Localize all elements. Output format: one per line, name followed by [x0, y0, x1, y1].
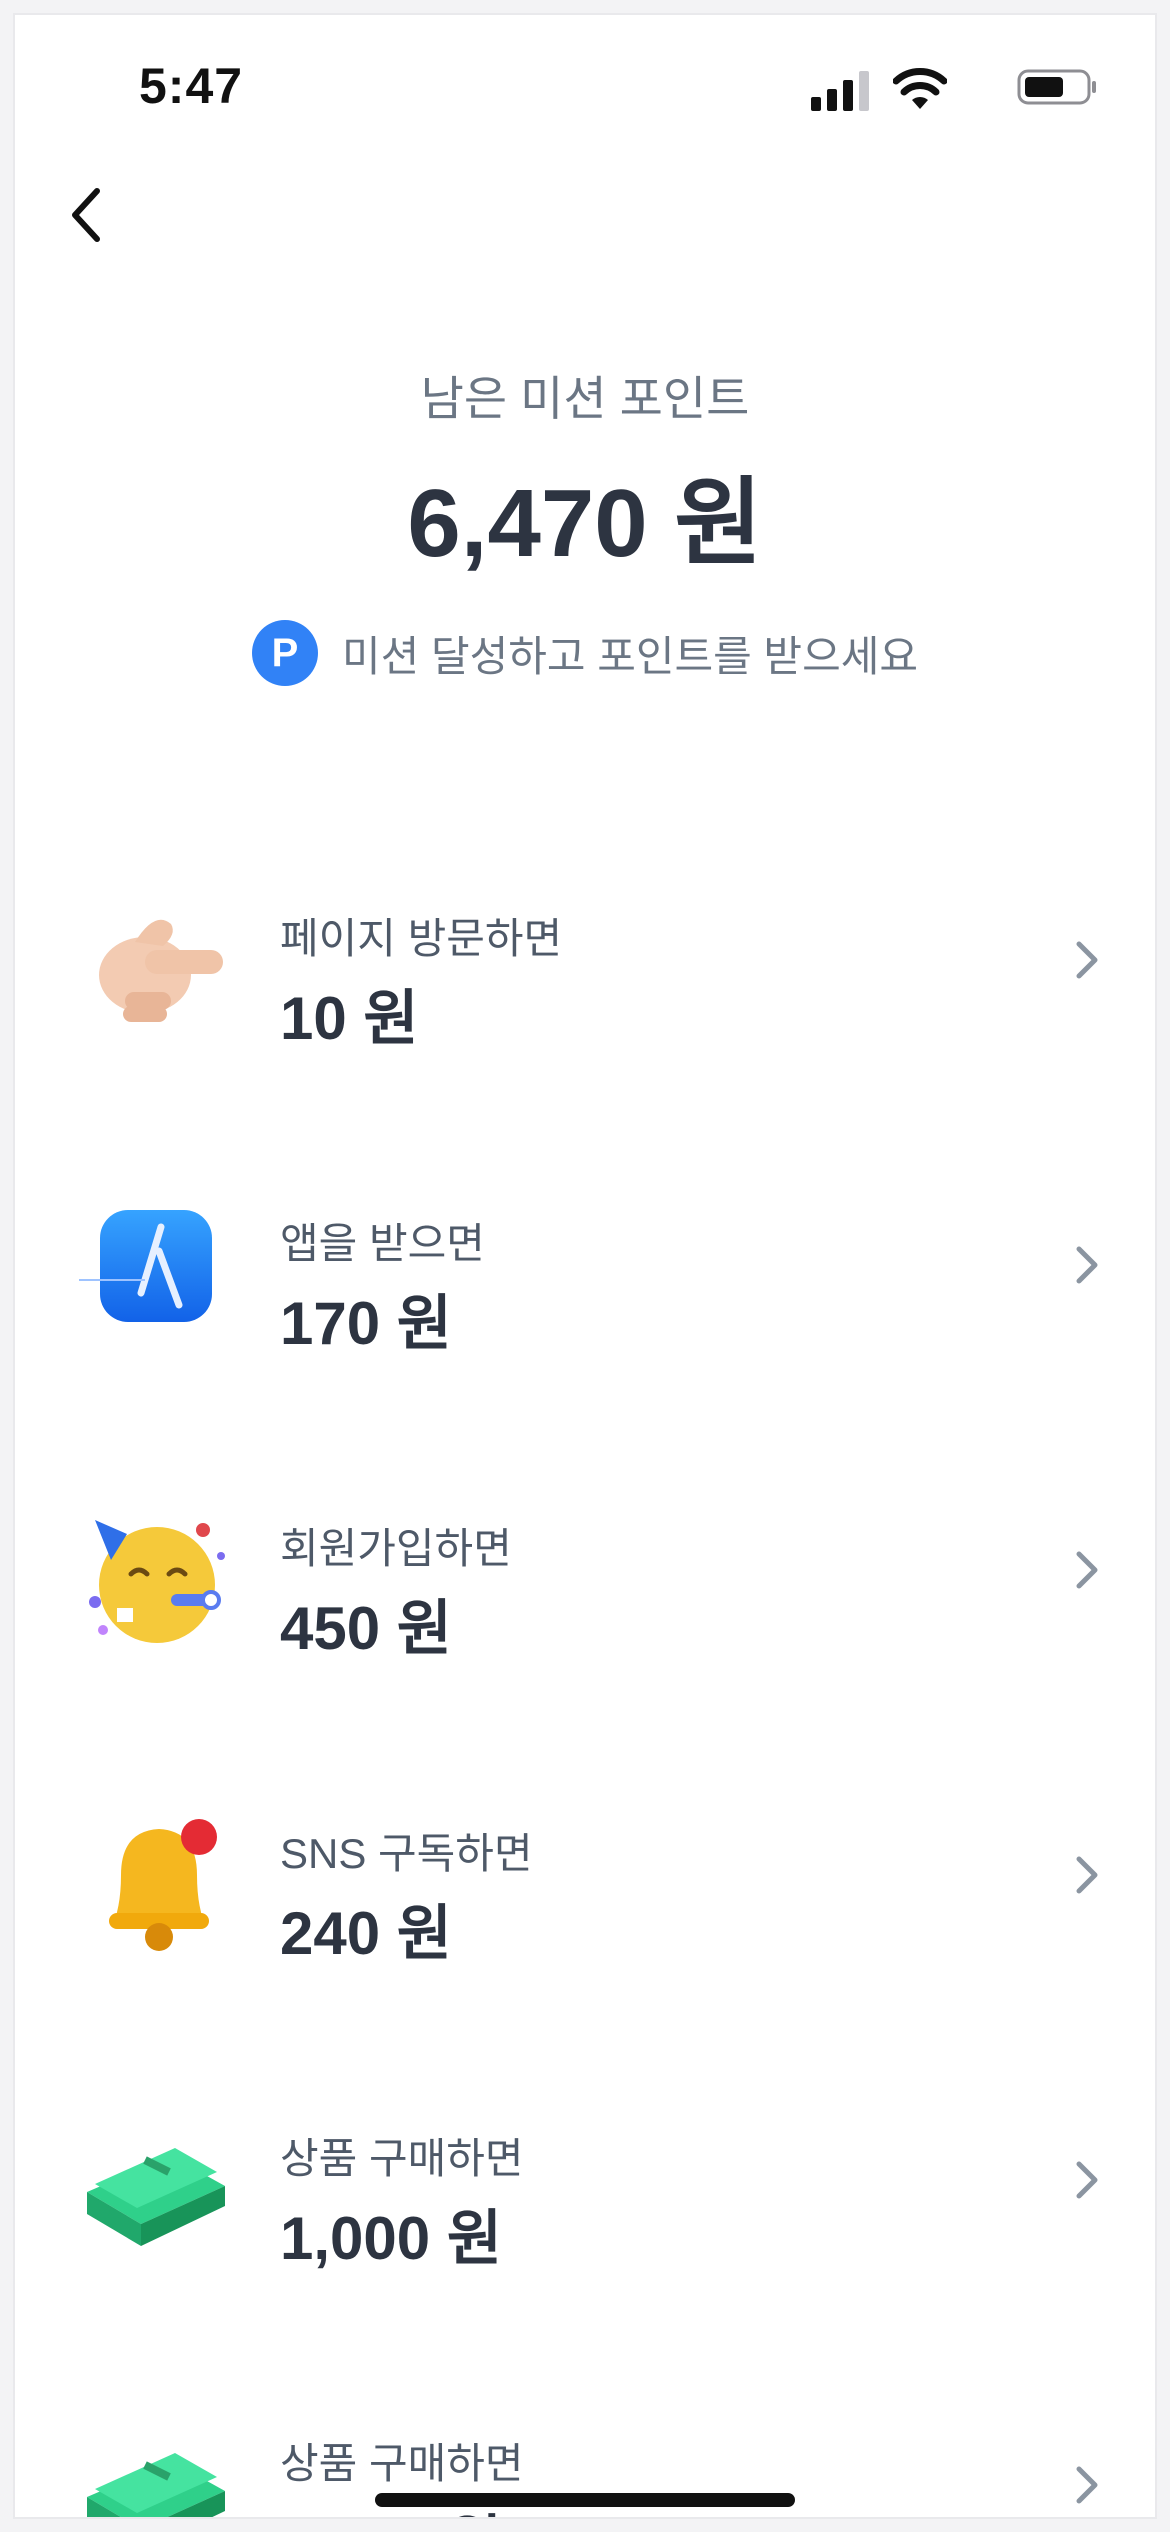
battery-icon: [1017, 69, 1096, 105]
chevron-right-icon: [1076, 2161, 1098, 2199]
mission-title: 상품 구매하면: [280, 2135, 524, 2182]
mission-item-sns-subscribe[interactable]: SNS 구독하면 240 원: [15, 1775, 1155, 1975]
home-indicator[interactable]: [375, 2493, 795, 2507]
chevron-right-icon: [1076, 2466, 1098, 2504]
hint-text: 미션 달성하고 포인트를 받으세요: [342, 632, 918, 680]
chevron-right-icon: [1076, 1246, 1098, 1284]
mission-amount: 170 원: [280, 1290, 452, 1357]
cellular-signal-icon: [811, 71, 869, 111]
back-button[interactable]: [45, 175, 125, 255]
chevron-right-icon: [1076, 1856, 1098, 1894]
money-stack-icon: [87, 2148, 225, 2246]
screen: 5:47 남은 미션 포인트 6,470 원 P 미션 달성하고 포인트를 받으…: [15, 15, 1155, 2517]
mission-title: 상품 구매하면: [280, 2440, 524, 2487]
chevron-left-icon: [72, 188, 100, 242]
mission-item-app-download[interactable]: 앱을 받으면 170 원: [15, 1165, 1155, 1365]
mission-title: 회원가입하면: [280, 1525, 512, 1572]
mission-amount: 1,000 원: [280, 2205, 503, 2272]
bell-icon: [109, 1819, 217, 1951]
mission-amount: 240 원: [280, 1900, 452, 1967]
mission-title: SNS 구독하면: [280, 1830, 533, 1877]
mission-hint: P 미션 달성하고 포인트를 받으세요: [15, 620, 1155, 686]
money-stack-icon: [87, 2453, 225, 2517]
point-badge-icon: P: [252, 620, 319, 686]
mission-amount: 10 원: [280, 985, 419, 1052]
points-amount: 6,470 원: [407, 470, 763, 577]
mission-item-signup[interactable]: 회원가입하면 450 원: [15, 1470, 1155, 1670]
mission-title: 앱을 받으면: [280, 1220, 485, 1267]
points-label: 남은 미션 포인트: [420, 372, 750, 425]
status-time: 5:47: [139, 58, 244, 114]
mission-title: 페이지 방문하면: [280, 915, 563, 962]
chevron-right-icon: [1076, 1551, 1098, 1589]
mission-amount: 450 원: [280, 1595, 452, 1662]
mission-item-purchase[interactable]: 상품 구매하면 1,000 원: [15, 2080, 1155, 2280]
chevron-right-icon: [1076, 941, 1098, 979]
status-icons: [797, 63, 1097, 113]
party-face-icon: [89, 1520, 225, 1643]
pointing-hand-icon: [99, 919, 223, 1022]
mission-item-visit[interactable]: 페이지 방문하면 10 원: [15, 860, 1155, 1060]
app-store-icon: [79, 1210, 212, 1322]
wifi-icon: [893, 68, 947, 109]
